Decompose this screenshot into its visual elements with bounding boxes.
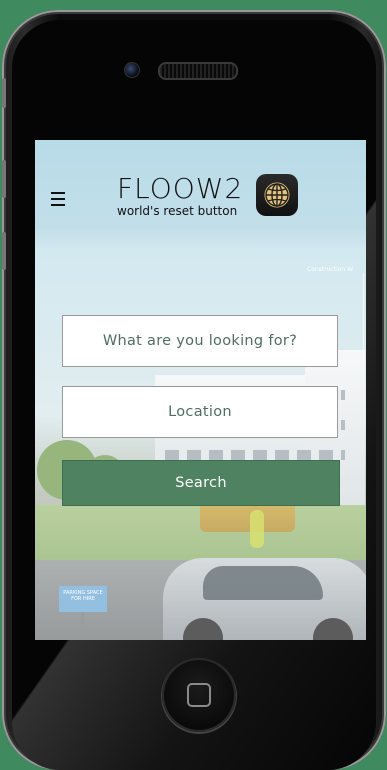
floow2-logo[interactable]: FLOOW2 world's reset button (115, 174, 305, 228)
search-button[interactable]: Search (62, 460, 340, 506)
home-button[interactable] (162, 658, 236, 732)
volume-down-button (2, 232, 6, 270)
logo-tagline: world's reset button (117, 204, 238, 218)
logo-wordmark: FLOOW2 (117, 172, 244, 205)
front-camera (124, 62, 140, 78)
app-screen: PARKING SPACE FOR HIRE Construction W FL… (35, 140, 366, 640)
app-header: FLOOW2 world's reset button (35, 140, 366, 250)
location-input[interactable]: Location (62, 386, 338, 438)
hamburger-menu-icon[interactable] (51, 192, 65, 206)
mute-switch (2, 78, 6, 108)
globe-icon (256, 174, 298, 216)
what-search-input[interactable]: What are you looking for? (62, 315, 338, 367)
earpiece-speaker (158, 62, 238, 80)
home-square-icon (187, 683, 211, 707)
volume-up-button (2, 160, 6, 198)
